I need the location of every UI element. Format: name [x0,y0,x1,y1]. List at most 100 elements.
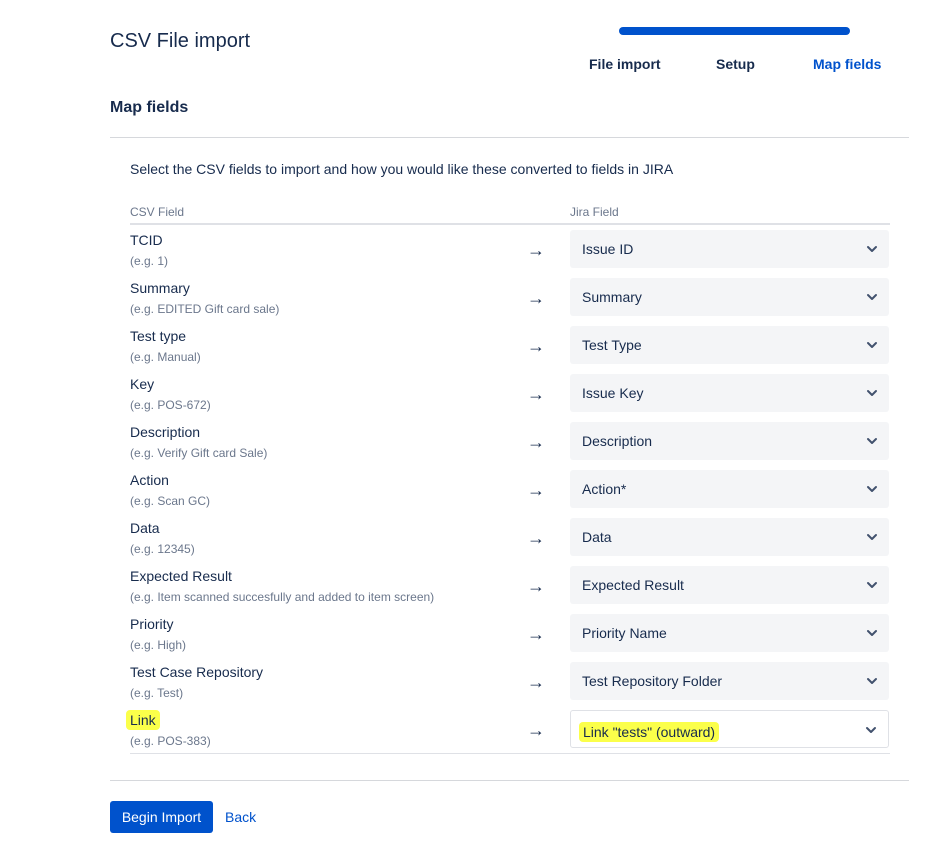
table-bottom-line [130,753,890,754]
chevron-down-icon [865,434,879,448]
jira-field-select[interactable]: Action* [570,470,889,508]
table-row: Link (e.g. POS-383) → Link "tests" (outward… [126,708,890,756]
chevron-down-icon [865,578,879,592]
arrow-right-icon: → [527,624,545,644]
step-setup: Setup [716,56,755,72]
jira-field-value: Link "tests" (outward) [579,722,720,742]
table-row: Test Case Repository (e.g. Test) → Test Rep… [130,660,890,708]
chevron-down-icon [865,290,879,304]
jira-field-value: Test Repository Folder [582,673,723,689]
csv-field-example: (e.g. 1) [130,254,169,268]
table-row: TCID (e.g. 1) → Issue ID [130,228,890,276]
back-link[interactable]: Back [225,801,256,833]
jira-field-value: Expected Result [582,577,684,593]
jira-field-value: Issue ID [582,241,634,257]
chevron-down-icon [865,386,879,400]
csv-field-header: CSV Field [130,205,185,219]
csv-field-example: (e.g. Scan GC) [130,494,211,508]
csv-field-label: Test type [130,328,187,344]
header-divider [130,223,890,225]
csv-field-example: (e.g. High) [130,638,187,652]
arrow-right-icon: → [527,288,545,308]
csv-field-name: Test type [130,328,186,344]
table-row: Expected Result (e.g. Item scanned succes… [130,564,890,612]
csv-field-example: (e.g. EDITED Gift card sale) [130,302,280,316]
csv-field-label: Summary [130,280,190,296]
arrow-right-icon: → [527,528,545,548]
jira-field-select[interactable]: Description [570,422,889,460]
chevron-down-icon [865,242,879,256]
arrow-right-icon: → [527,432,545,452]
csv-field-example: (e.g. POS-383) [130,734,211,748]
jira-field-value: Test Type [582,337,642,353]
wizard-progress-bar [619,27,850,35]
jira-field-select[interactable]: Test Type [570,326,889,364]
step-map-fields: Map fields [813,56,882,72]
chevron-down-icon [865,626,879,640]
arrow-right-icon: → [527,576,545,596]
csv-field-label: Test Case Repository [130,664,264,680]
csv-field-label: Link [126,710,160,730]
footer-divider [110,780,909,781]
chevron-down-icon [865,338,879,352]
csv-field-label: Action [130,472,169,488]
arrow-right-icon: → [527,240,545,260]
jira-field-value: Priority Name [582,625,667,641]
csv-field-example: (e.g. Manual) [130,350,201,364]
jira-field-value: Data [582,529,612,545]
csv-field-example: (e.g. POS-672) [130,398,211,412]
jira-field-select[interactable]: Data [570,518,889,556]
jira-field-value: Issue Key [582,385,644,401]
csv-field-name: Link [126,710,160,730]
table-row: Action (e.g. Scan GC) → Action* [130,468,890,516]
arrow-right-icon: → [527,672,545,692]
csv-field-example: (e.g. Item scanned succesfully and added… [130,590,435,604]
table-row: Summary (e.g. EDITED Gift card sale) → Summ… [130,276,890,324]
jira-field-select[interactable]: Issue Key [570,374,889,412]
section-divider [110,137,909,138]
csv-field-label: Description [130,424,201,440]
csv-field-label: Key [130,376,155,392]
csv-field-label: Expected Result [130,568,232,584]
jira-field-header: Jira Field [570,205,619,219]
jira-field-select[interactable]: Priority Name [570,614,889,652]
csv-field-name: Expected Result [130,568,232,584]
csv-field-label: Priority [130,616,174,632]
table-row: Key (e.g. POS-672) → Issue Key [130,372,890,420]
jira-field-select[interactable]: Summary [570,278,889,316]
chevron-down-icon [864,723,878,737]
jira-field-select[interactable]: Link "tests" (outward) [570,710,889,748]
jira-field-select[interactable]: Expected Result [570,566,889,604]
jira-field-select[interactable]: Issue ID [570,230,889,268]
section-title: Map fields [110,99,189,116]
csv-field-label: Data [130,520,160,536]
chevron-down-icon [865,482,879,496]
csv-field-name: Data [130,520,160,536]
table-row: Description (e.g. Verify Gift card Sale) →… [130,420,890,468]
wizard-steps: File import Setup Map fields [0,56,929,76]
jira-field-value: Summary [582,289,642,305]
csv-field-label: TCID [130,232,163,248]
csv-field-example: (e.g. Verify Gift card Sale) [130,446,268,460]
page-title: CSV File import [110,30,251,52]
chevron-down-icon [865,530,879,544]
csv-field-name: Test Case Repository [130,664,263,680]
csv-field-name: TCID [130,232,163,248]
csv-field-name: Description [130,424,200,440]
begin-import-button[interactable]: Begin Import [110,801,213,833]
jira-field-value: Action* [582,481,627,497]
table-row: Priority (e.g. High) → Priority Name [130,612,890,660]
table-row: Data (e.g. 12345) → Data [130,516,890,564]
csv-field-name: Summary [130,280,190,296]
mapping-table: TCID (e.g. 1) → Issue ID Summary (e.g. EDITED… [126,228,890,756]
csv-field-name: Action [130,472,169,488]
jira-field-select[interactable]: Test Repository Folder [570,662,889,700]
csv-field-name: Priority [130,616,174,632]
csv-field-name: Key [130,376,154,392]
arrow-right-icon: → [527,384,545,404]
csv-field-example: (e.g. 12345) [130,542,195,556]
arrow-right-icon: → [527,480,545,500]
csv-field-example: (e.g. Test) [130,686,184,700]
chevron-down-icon [865,674,879,688]
arrow-right-icon: → [527,720,545,740]
